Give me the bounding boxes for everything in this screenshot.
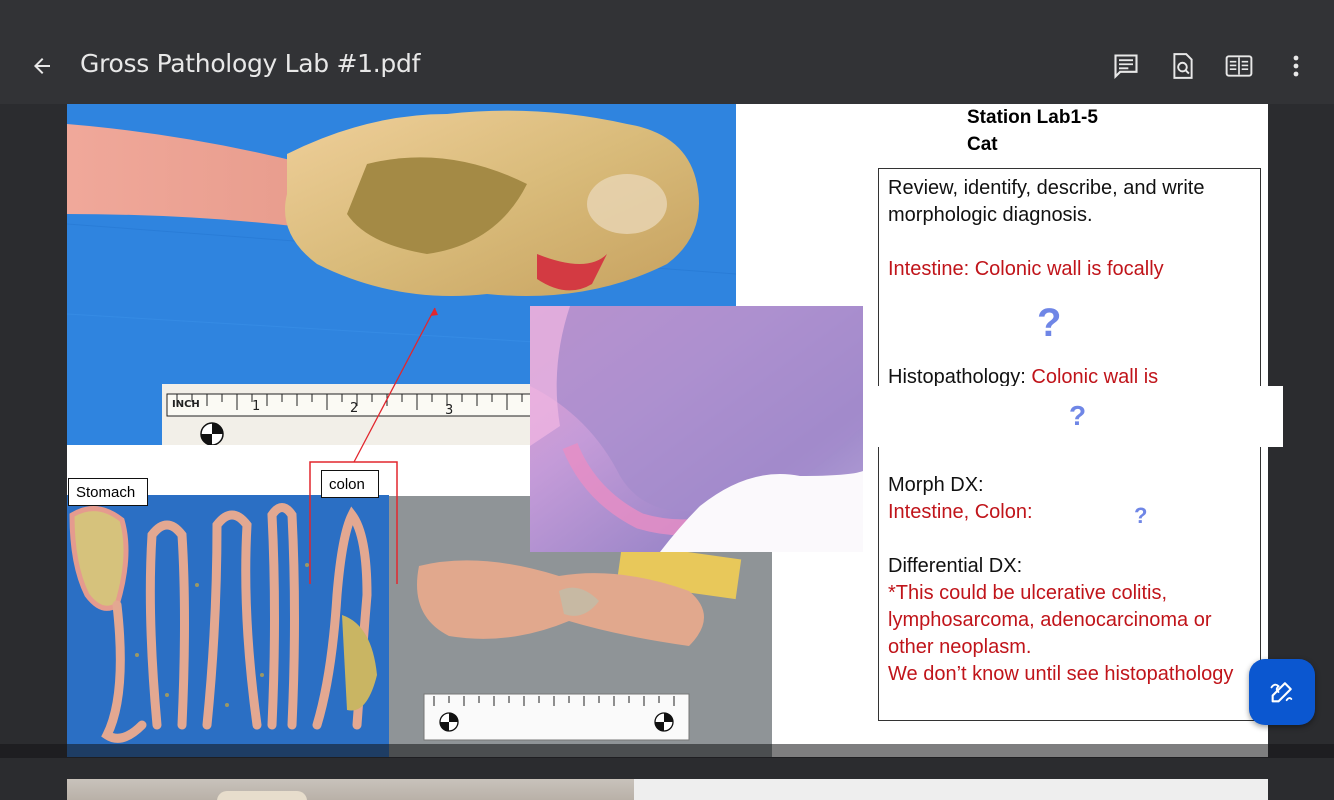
question-mark-3: ? <box>1134 503 1148 528</box>
stomach-label: Stomach <box>68 478 148 506</box>
morph-dx-value: Intestine, Colon: <box>888 501 1033 523</box>
station-title: Station Lab1-5 <box>967 107 1098 128</box>
instruction-line-2: morphologic diagnosis. <box>888 204 1093 226</box>
next-pdf-page <box>67 779 1268 800</box>
differential-dx-label: Differential DX: <box>888 555 1023 577</box>
differential-line-1: *This could be ulcerative colitis, <box>888 582 1168 604</box>
arrow-back-icon <box>34 58 50 74</box>
differential-line-3: other neoplasm. <box>888 636 1032 658</box>
viewer-margin-left <box>0 104 67 744</box>
histopathology-value: Colonic wall is <box>1031 366 1159 388</box>
page-bottom-shadow <box>0 744 1334 758</box>
annotation-connector <box>309 307 438 584</box>
intestine-description: Intestine: Colonic wall is focally <box>888 258 1164 280</box>
more-vert-icon <box>1293 55 1299 77</box>
instruction-line-1: Review, identify, describe, and write <box>888 177 1205 199</box>
app-toolbar: Gross Pathology Lab #1.pdf <box>0 0 1334 104</box>
answer-overlay: ? <box>863 386 1283 447</box>
histopathology-label: Histopathology: <box>888 366 1032 388</box>
annotate-fab-button[interactable] <box>1249 659 1315 725</box>
scale-target-icon <box>439 712 459 732</box>
find-in-page-button[interactable] <box>1164 47 1202 85</box>
morph-dx-label: Morph DX: <box>888 474 984 496</box>
station-header: Station Lab1-5 Cat <box>967 104 1098 158</box>
comment-icon <box>1114 54 1138 80</box>
comments-button[interactable] <box>1107 47 1145 85</box>
draw-edit-icon <box>1270 682 1293 703</box>
find-in-page-icon <box>1173 53 1193 79</box>
differential-line-4: We don’t know until see histopathology <box>888 663 1234 685</box>
differential-line-2: lymphosarcoma, adenocarcinoma or <box>888 609 1212 631</box>
question-mark-1: ? <box>1037 301 1062 345</box>
reader-mode-icon <box>1225 55 1253 77</box>
next-page-specimen <box>217 791 307 800</box>
more-options-button[interactable] <box>1277 47 1315 85</box>
reader-mode-button[interactable] <box>1220 47 1258 85</box>
species-label: Cat <box>967 134 998 155</box>
question-mark-2: ? <box>1069 400 1087 431</box>
scale-target-icon <box>654 712 674 732</box>
next-page-image <box>67 779 634 800</box>
back-button[interactable] <box>22 46 62 86</box>
document-title: Gross Pathology Lab #1.pdf <box>80 49 421 78</box>
colon-label: colon <box>321 470 379 498</box>
